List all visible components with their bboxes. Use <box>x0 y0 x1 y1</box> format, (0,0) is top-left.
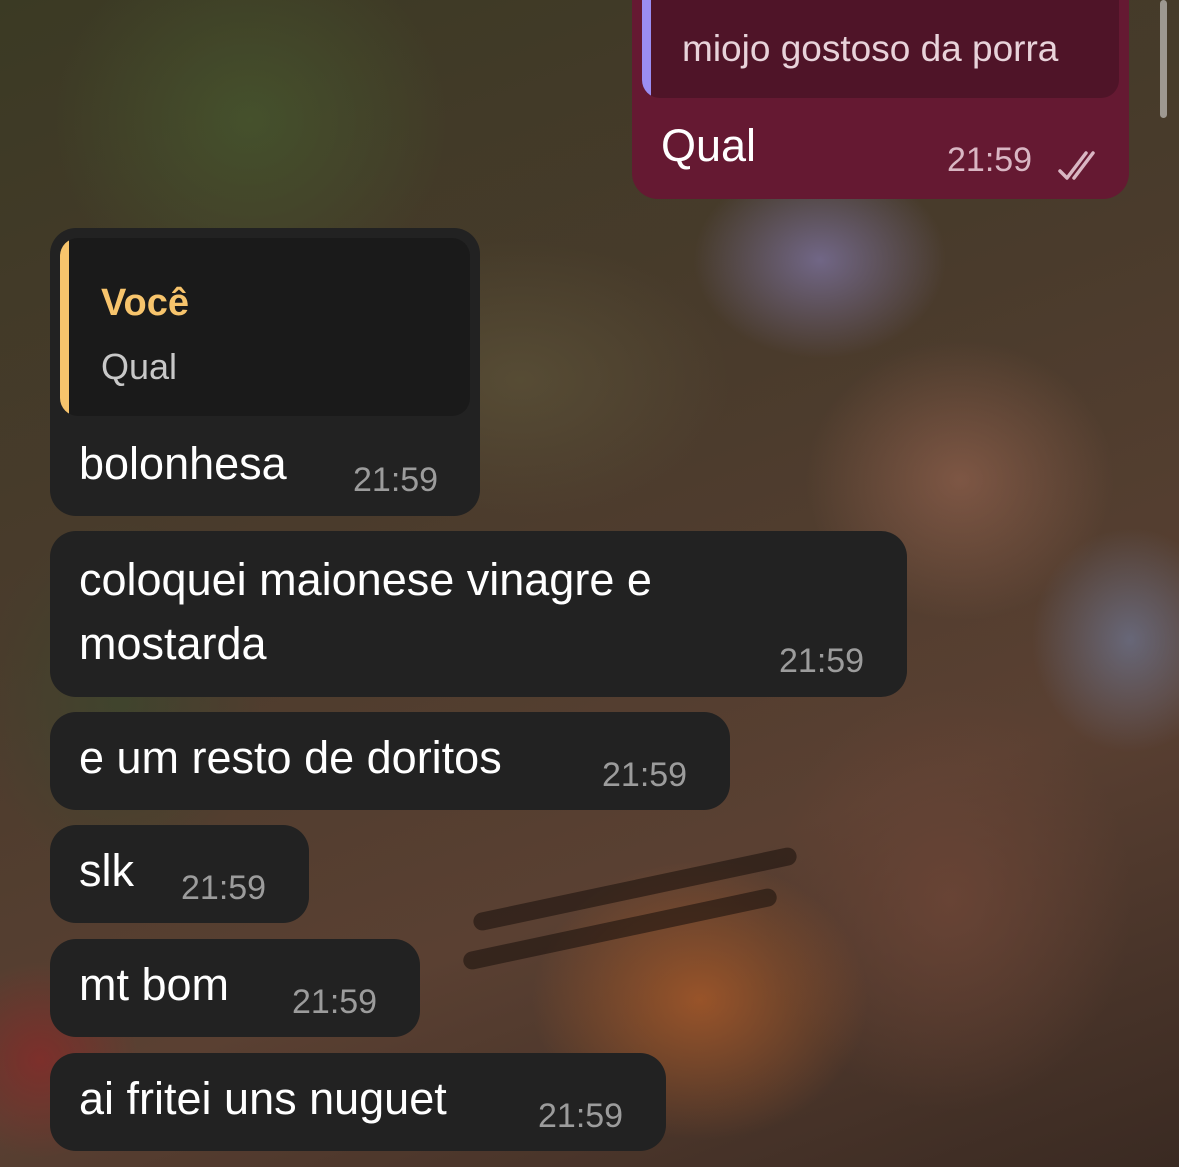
incoming-message-bubble[interactable]: e um resto de doritos 21:59 <box>50 712 730 810</box>
message-text: bolonhesa <box>79 438 287 489</box>
reply-quote-bar <box>642 0 651 98</box>
message-text-line: mostarda <box>79 618 267 669</box>
message-timestamp: 21:59 <box>947 141 1033 179</box>
reply-quote-text: Qual <box>101 346 178 387</box>
reply-quote[interactable]: Você Qual <box>60 238 470 416</box>
double-check-icon <box>1058 151 1095 180</box>
incoming-message-bubble[interactable]: ai fritei uns nuguet 21:59 <box>50 1053 666 1151</box>
message-timestamp: 21:59 <box>292 983 378 1021</box>
message-text: slk <box>79 845 134 896</box>
message-text: ai fritei uns nuguet <box>79 1073 447 1124</box>
outgoing-message-bubble[interactable]: miojo gostoso da porra Qual 21:59 <box>632 0 1129 199</box>
message-timestamp: 21:59 <box>602 756 688 794</box>
message-timestamp: 21:59 <box>538 1097 624 1135</box>
reply-quote-text: miojo gostoso da porra <box>682 28 1059 69</box>
incoming-message-bubble[interactable]: coloquei maionese vinagre e mostarda 21:… <box>50 531 907 697</box>
incoming-message-bubble[interactable]: slk 21:59 <box>50 825 309 923</box>
reply-quote[interactable]: miojo gostoso da porra <box>642 0 1119 98</box>
message-timestamp: 21:59 <box>353 461 439 499</box>
message-text: Qual <box>661 120 757 171</box>
reply-quote-bar <box>60 238 69 416</box>
message-text: mt bom <box>79 959 230 1010</box>
incoming-message-bubble[interactable]: Você Qual bolonhesa 21:59 <box>50 228 480 516</box>
scrollbar[interactable] <box>1160 0 1167 118</box>
message-text-line: coloquei maionese vinagre e <box>79 554 652 605</box>
reply-quote-author: Você <box>101 282 190 324</box>
message-timestamp: 21:59 <box>779 642 865 680</box>
message-text: e um resto de doritos <box>79 732 502 783</box>
incoming-message-bubble[interactable]: mt bom 21:59 <box>50 939 420 1037</box>
message-timestamp: 21:59 <box>181 869 267 907</box>
